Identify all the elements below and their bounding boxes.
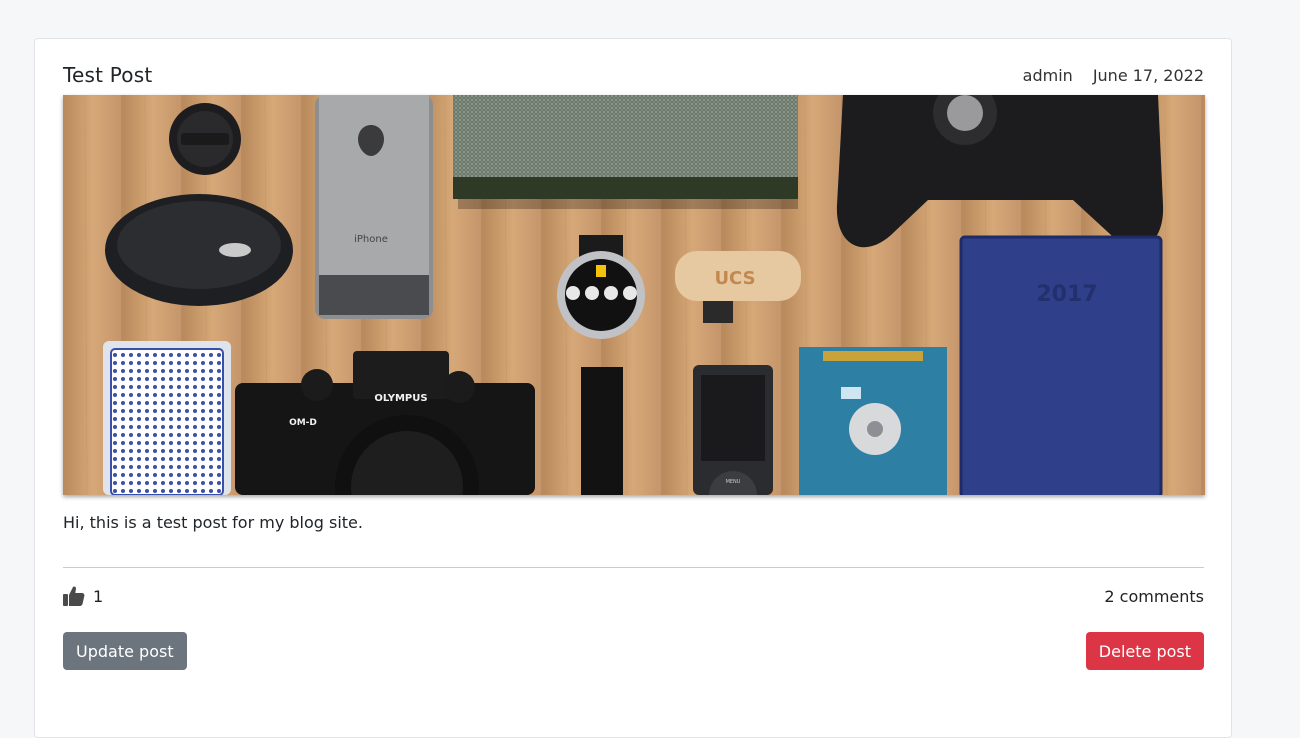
thumbs-up-icon[interactable] bbox=[63, 586, 85, 606]
playing-cards-icon bbox=[103, 341, 231, 495]
svg-text:MENU: MENU bbox=[726, 479, 741, 485]
post-image: iPhone 2017 UCS MENU OLYMPUS OM-D bbox=[63, 95, 1205, 495]
post-card: Test Post admin June 17, 2022 iPhone 201… bbox=[34, 38, 1232, 738]
speaker-icon bbox=[453, 95, 798, 209]
delete-post-button[interactable]: Delete post bbox=[1085, 632, 1204, 670]
divider bbox=[63, 567, 1204, 568]
svg-text:2017: 2017 bbox=[1036, 282, 1097, 307]
svg-text:OM-D: OM-D bbox=[289, 418, 317, 428]
like-count: 1 bbox=[93, 586, 104, 606]
post-meta: admin June 17, 2022 bbox=[1023, 66, 1204, 85]
post-title: Test Post bbox=[63, 63, 153, 87]
like-button[interactable]: 1 bbox=[63, 586, 103, 606]
post-date: June 17, 2022 bbox=[1092, 65, 1204, 85]
hard-drive-icon bbox=[799, 347, 947, 495]
svg-text:OLYMPUS: OLYMPUS bbox=[374, 393, 427, 404]
svg-text:UCS: UCS bbox=[714, 268, 755, 289]
iphone-icon: iPhone bbox=[315, 95, 433, 319]
mouse-icon bbox=[105, 194, 293, 306]
update-post-button[interactable]: Update post bbox=[63, 632, 187, 670]
post-actions: Update post Delete post bbox=[63, 632, 1204, 670]
post-body: Hi, this is a test post for my blog site… bbox=[63, 513, 363, 532]
comments-link[interactable]: 2 comments bbox=[1104, 587, 1204, 606]
post-stats: 1 2 comments bbox=[63, 585, 1204, 607]
post-author[interactable]: admin bbox=[1023, 66, 1073, 85]
svg-text:iPhone: iPhone bbox=[354, 234, 388, 245]
notebook-icon: 2017 bbox=[959, 235, 1163, 495]
lens-cap-icon bbox=[169, 103, 241, 175]
ipod-icon: MENU bbox=[693, 365, 773, 495]
post-header: Test Post admin June 17, 2022 bbox=[63, 61, 1204, 89]
